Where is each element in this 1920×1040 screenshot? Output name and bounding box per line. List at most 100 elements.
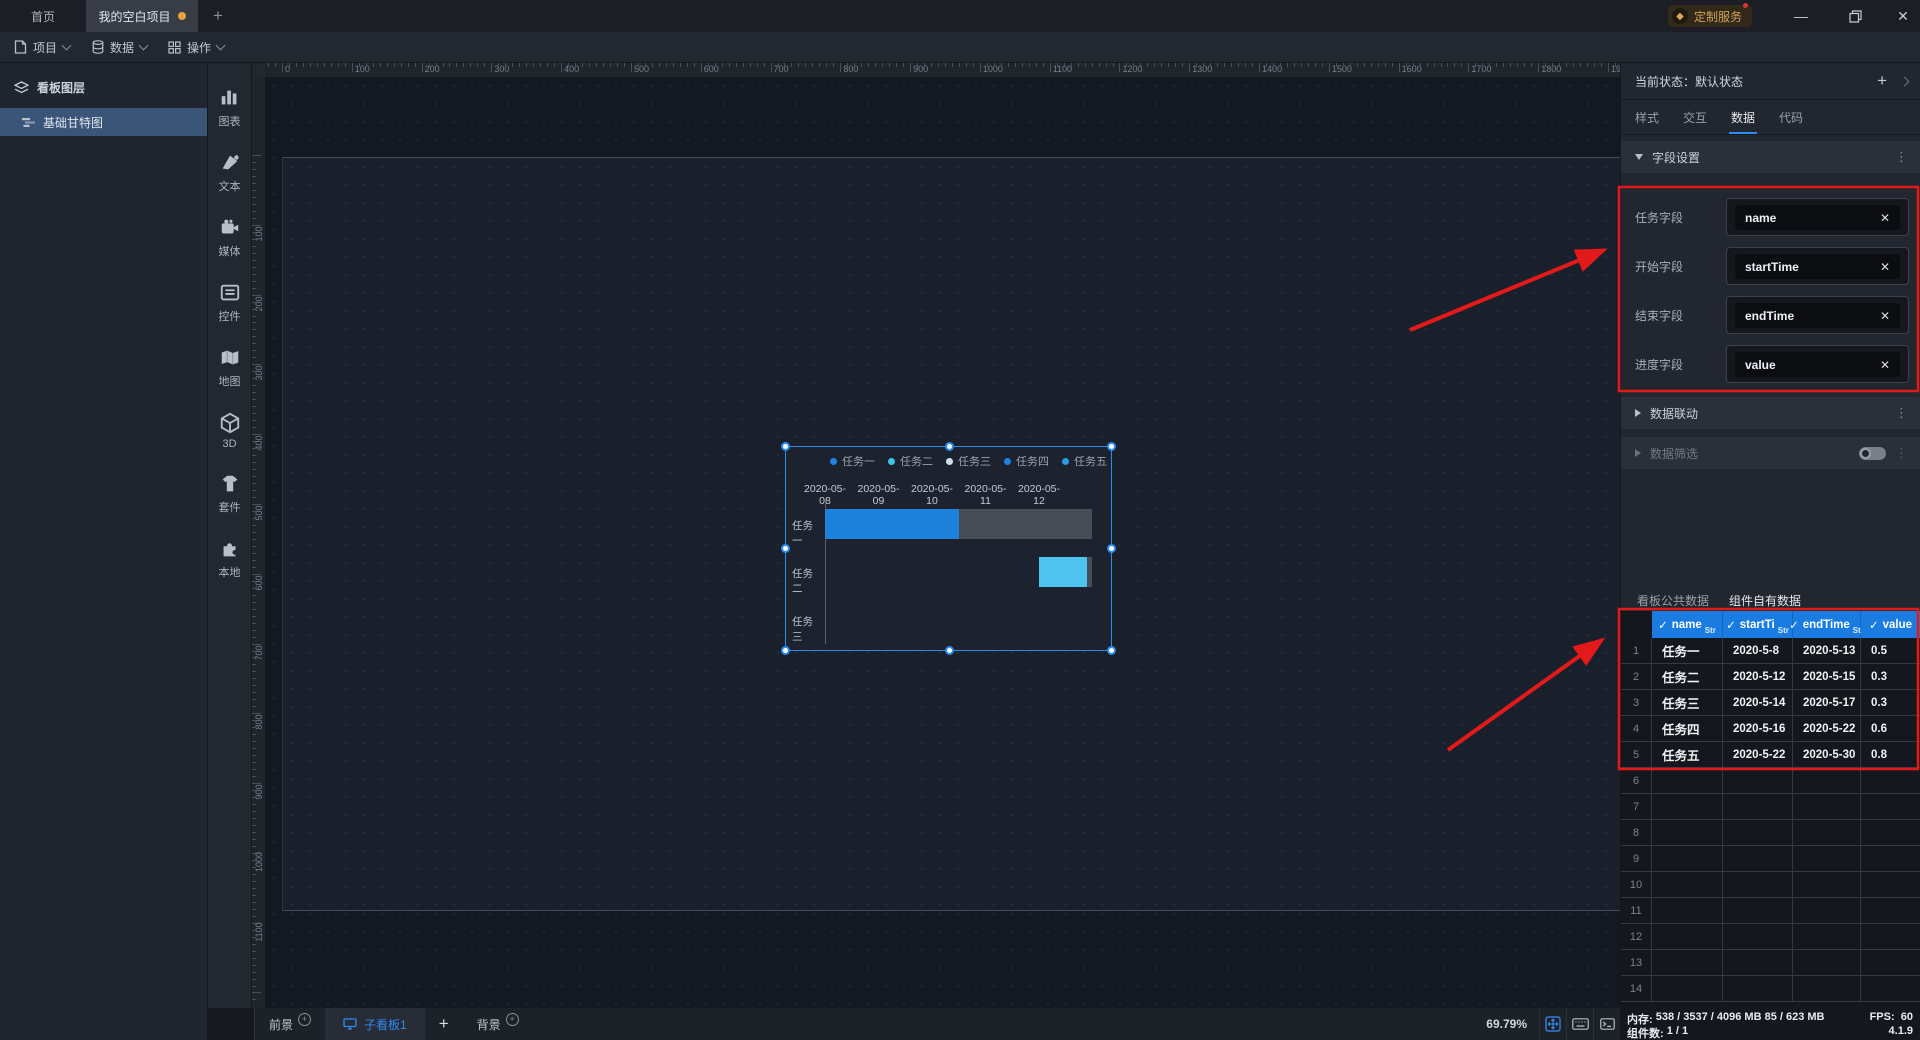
table-cell[interactable]: [1793, 898, 1861, 923]
new-tab-button[interactable]: +: [205, 0, 231, 32]
fit-to-screen-button[interactable]: [1539, 1008, 1566, 1040]
table-cell[interactable]: [1793, 846, 1861, 871]
table-cell[interactable]: 0.6: [1861, 716, 1920, 741]
subboard-tab[interactable]: 子看板1: [325, 1008, 425, 1040]
tab-project[interactable]: 我的空白项目: [86, 0, 198, 32]
field-input[interactable]: startTime ✕: [1726, 247, 1909, 285]
canvas-body[interactable]: 任务一 任务二 任务三 任务四 任务五 2020-05-08 2020-05-09 2020…: [265, 77, 1620, 1008]
dock-item-widget[interactable]: 控件: [219, 282, 241, 324]
table-cell[interactable]: [1793, 820, 1861, 845]
expand-states-icon[interactable]: [1899, 76, 1910, 86]
dock-item-media[interactable]: 媒体: [219, 217, 241, 259]
legend-item[interactable]: 任务一: [830, 453, 875, 469]
menu-project[interactable]: 项目: [14, 32, 72, 62]
table-cell[interactable]: [1723, 794, 1793, 819]
inspector-tab-交互[interactable]: 交互: [1683, 100, 1707, 134]
more-options-icon[interactable]: ⋮: [1895, 149, 1908, 165]
table-cell[interactable]: [1861, 794, 1920, 819]
table-cell[interactable]: [1723, 820, 1793, 845]
table-cell[interactable]: 2020-5-12: [1723, 664, 1793, 689]
shortcut-keys-button[interactable]: [1566, 1008, 1593, 1040]
table-cell[interactable]: 2020-5-13: [1793, 638, 1861, 663]
table-cell[interactable]: [1652, 976, 1723, 1001]
table-cell[interactable]: [1793, 768, 1861, 793]
table-cell[interactable]: [1723, 924, 1793, 949]
gantt-chart-component[interactable]: 任务一 任务二 任务三 任务四 任务五 2020-05-08 2020-05-09 2020…: [781, 442, 1116, 655]
layer-item-gantt[interactable]: 基础甘特图: [0, 108, 207, 136]
legend-item[interactable]: 任务五: [1062, 453, 1107, 469]
dock-item-suit[interactable]: 套件: [219, 473, 241, 515]
table-header-name[interactable]: ✓ name Str: [1652, 611, 1723, 638]
console-button[interactable]: [1593, 1008, 1620, 1040]
add-foreground-icon[interactable]: +: [298, 1012, 312, 1026]
field-tag[interactable]: startTime ✕: [1735, 254, 1900, 279]
table-cell[interactable]: 任务五: [1652, 742, 1723, 767]
table-cell[interactable]: [1652, 768, 1723, 793]
resize-handle-sw[interactable]: [781, 646, 790, 655]
table-cell[interactable]: 2020-5-17: [1793, 690, 1861, 715]
table-cell[interactable]: [1861, 924, 1920, 949]
table-cell[interactable]: 2020-5-14: [1723, 690, 1793, 715]
data-filter-toggle[interactable]: [1859, 446, 1886, 460]
table-cell[interactable]: [1861, 820, 1920, 845]
table-cell[interactable]: [1861, 976, 1920, 1001]
table-cell[interactable]: [1652, 846, 1723, 871]
remove-field-icon[interactable]: ✕: [1880, 309, 1890, 323]
resize-handle-w[interactable]: [781, 544, 790, 553]
more-options-icon[interactable]: ⋮: [1895, 405, 1908, 421]
table-cell[interactable]: [1652, 924, 1723, 949]
field-input[interactable]: endTime ✕: [1726, 296, 1909, 334]
field-input[interactable]: value ✕: [1726, 345, 1909, 383]
add-board-button[interactable]: +: [425, 1008, 463, 1040]
gantt-bar-remaining[interactable]: [958, 509, 1092, 539]
table-cell[interactable]: [1861, 898, 1920, 923]
canvas-area[interactable]: 0 100 200 300 400 500 600 700 800 900 1000 1100 1200…: [252, 63, 1620, 1008]
table-cell[interactable]: [1793, 976, 1861, 1001]
inspector-tab-代码[interactable]: 代码: [1779, 100, 1803, 134]
inspector-tab-数据[interactable]: 数据: [1729, 100, 1758, 134]
legend-item[interactable]: 任务三: [946, 453, 991, 469]
table-header-value[interactable]: ✓ value: [1861, 611, 1920, 638]
table-cell[interactable]: [1652, 794, 1723, 819]
table-cell[interactable]: 任务一: [1652, 638, 1723, 663]
close-button[interactable]: ✕: [1888, 0, 1918, 32]
more-options-icon[interactable]: ⋮: [1895, 445, 1908, 461]
inspector-tab-样式[interactable]: 样式: [1635, 100, 1659, 134]
resize-handle-se[interactable]: [1107, 646, 1116, 655]
section-field-settings[interactable]: 字段设置 ⋮: [1621, 141, 1920, 173]
remove-field-icon[interactable]: ✕: [1880, 211, 1890, 225]
section-data-linkage[interactable]: 数据联动 ⋮: [1621, 397, 1920, 429]
dock-item-cube[interactable]: 3D: [219, 412, 241, 450]
table-cell[interactable]: [1723, 872, 1793, 897]
table-cell[interactable]: 0.3: [1861, 690, 1920, 715]
table-cell[interactable]: [1793, 950, 1861, 975]
table-cell[interactable]: [1723, 768, 1793, 793]
dock-item-puzzle[interactable]: 本地: [219, 538, 241, 580]
gantt-bar-progress[interactable]: [825, 509, 959, 539]
table-cell[interactable]: [1723, 950, 1793, 975]
background-label[interactable]: 背景 +: [463, 1008, 533, 1040]
table-cell[interactable]: 任务三: [1652, 690, 1723, 715]
resize-handle-n[interactable]: [945, 442, 954, 451]
table-cell[interactable]: 2020-5-16: [1723, 716, 1793, 741]
resize-handle-ne[interactable]: [1107, 442, 1116, 451]
field-tag[interactable]: value ✕: [1735, 352, 1900, 377]
field-tag[interactable]: name ✕: [1735, 205, 1900, 230]
resize-handle-e[interactable]: [1107, 544, 1116, 553]
field-input[interactable]: name ✕: [1726, 198, 1909, 236]
minimize-button[interactable]: —: [1786, 0, 1816, 32]
table-cell[interactable]: 2020-5-30: [1793, 742, 1861, 767]
table-cell[interactable]: 0.8: [1861, 742, 1920, 767]
dock-item-chart[interactable]: 图表: [219, 87, 241, 129]
table-cell[interactable]: 2020-5-8: [1723, 638, 1793, 663]
table-cell[interactable]: [1652, 950, 1723, 975]
restore-button[interactable]: [1840, 0, 1870, 32]
table-cell[interactable]: 任务二: [1652, 664, 1723, 689]
section-data-filter[interactable]: 数据筛选 ⋮: [1621, 437, 1920, 469]
table-cell[interactable]: [1793, 794, 1861, 819]
resize-handle-nw[interactable]: [781, 442, 790, 451]
foreground-label[interactable]: 前景 +: [255, 1008, 325, 1040]
field-tag[interactable]: endTime ✕: [1735, 303, 1900, 328]
dock-item-map[interactable]: 地图: [219, 347, 241, 389]
table-header-endTime[interactable]: ✓ endTime Str: [1789, 611, 1864, 638]
